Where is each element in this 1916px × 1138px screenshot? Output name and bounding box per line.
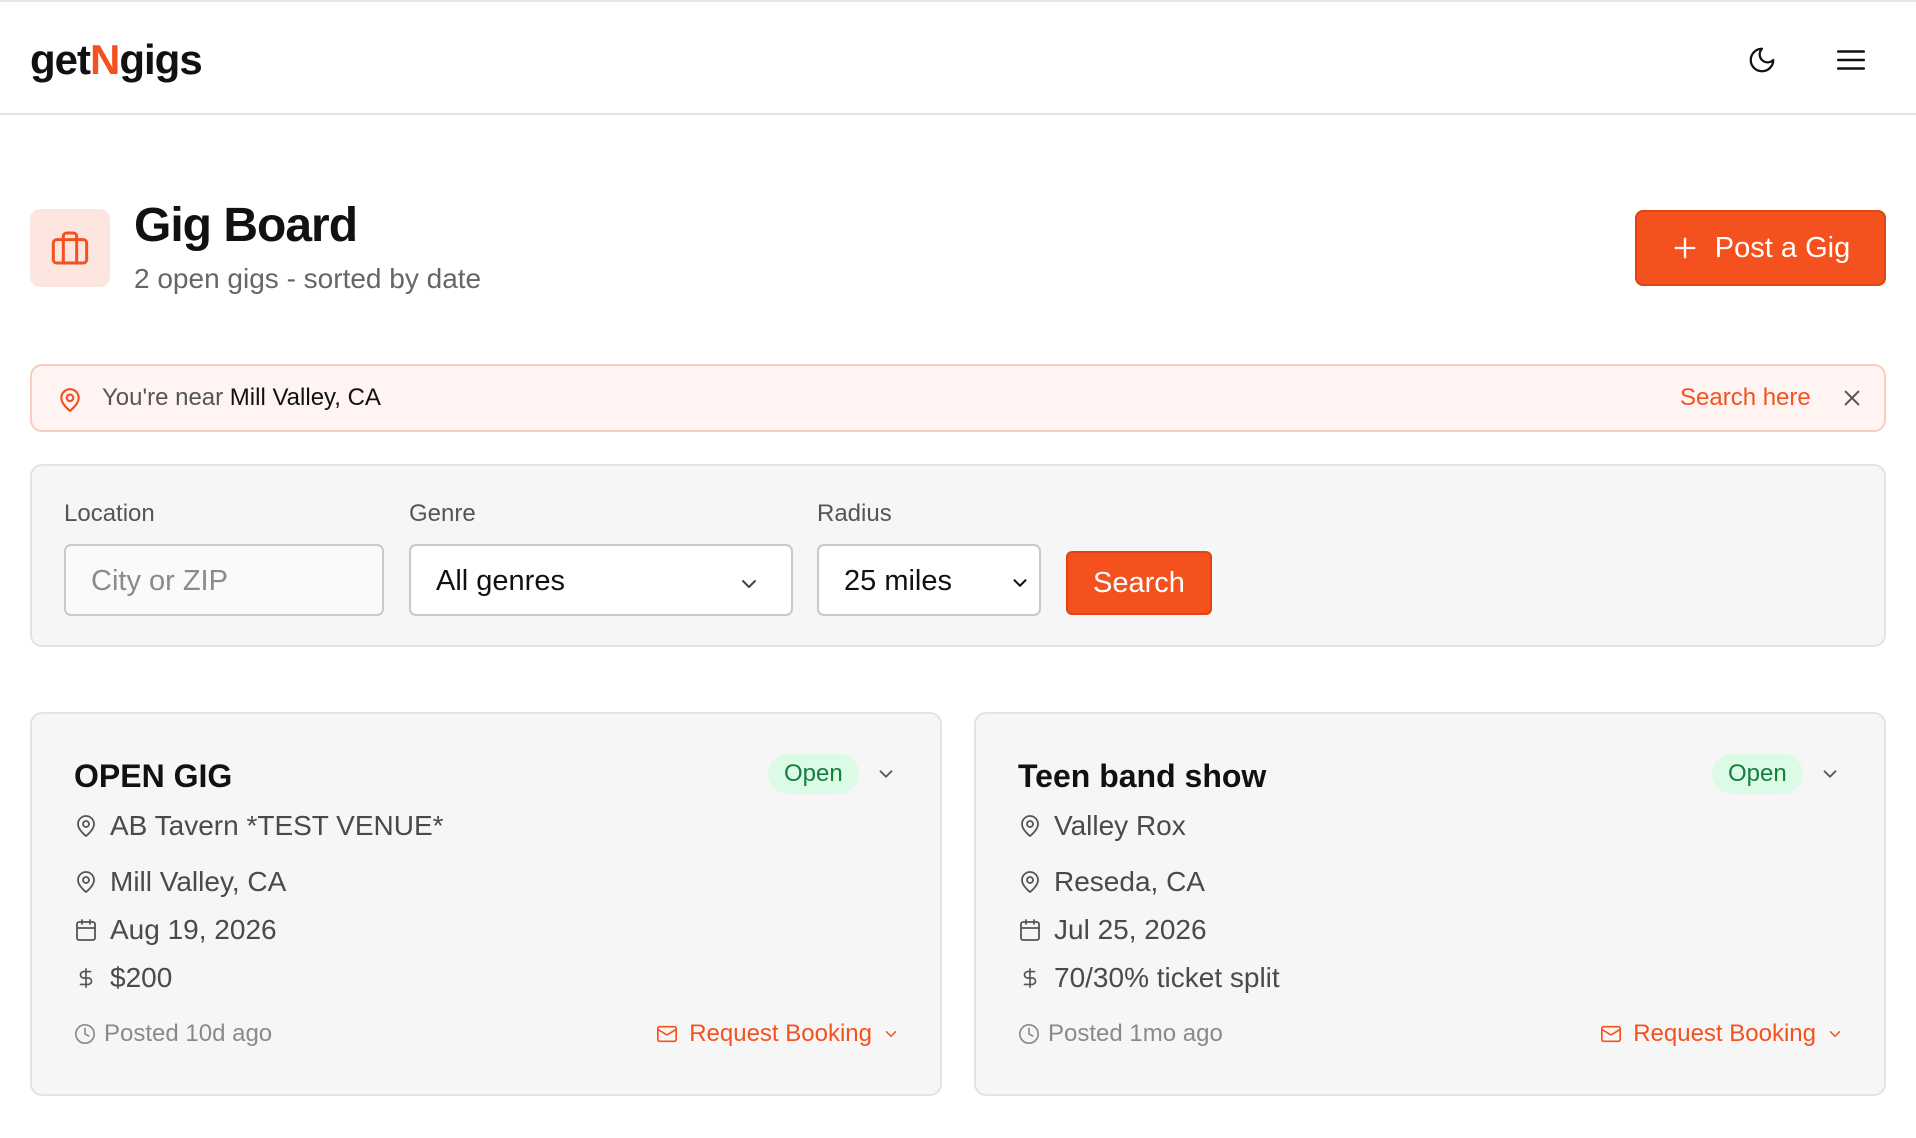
close-icon (1844, 390, 1860, 406)
chevron-down-icon (1823, 770, 1837, 778)
status-badge: Open (768, 754, 859, 794)
gig-venue-row: Valley Rox (1018, 806, 1186, 846)
clock-icon (75, 1024, 95, 1044)
gig-posted: Posted 10d ago (74, 1018, 272, 1050)
map-pin-icon (74, 811, 98, 841)
logo-text-pre: get (30, 36, 91, 83)
search-button[interactable]: Search (1066, 551, 1212, 615)
page-title: Gig Board (134, 199, 358, 252)
logo-text-post: gigs (119, 36, 202, 83)
gig-date-row: Jul 25, 2026 (1018, 910, 1207, 950)
gig-city: Reseda, CA (1054, 866, 1205, 897)
calendar-icon (1018, 915, 1042, 945)
radius-label: Radius (817, 500, 892, 527)
gig-city: Mill Valley, CA (110, 866, 287, 897)
location-label: Location (64, 500, 155, 527)
gig-city-row: Reseda, CA (1018, 862, 1205, 902)
logo[interactable]: getNgigs (30, 36, 203, 84)
gig-date-row: Aug 19, 2026 (74, 910, 277, 950)
search-here-link[interactable]: Search here (1680, 384, 1811, 412)
near-prefix: You're near (102, 384, 230, 411)
chevron-down-icon (742, 580, 756, 588)
gig-title: Teen band show (1018, 758, 1267, 794)
gig-venue-row: AB Tavern *TEST VENUE* (74, 806, 444, 846)
post-gig-button[interactable]: Post a Gig (1635, 210, 1886, 286)
gig-title: OPEN GIG (74, 758, 233, 794)
genre-select[interactable]: All genres (409, 544, 793, 616)
post-gig-label: Post a Gig (1714, 231, 1851, 264)
map-pin-icon (1018, 867, 1042, 897)
mail-icon (657, 1025, 678, 1043)
mail-icon (1601, 1025, 1622, 1043)
gig-pay: $200 (110, 962, 173, 993)
hamburger-menu-icon (1836, 50, 1866, 70)
gig-pay-row: 70/30% ticket split (1018, 958, 1280, 998)
radius-selected-value: 25 miles (844, 565, 952, 597)
gig-card[interactable]: Teen band show Open Valley Rox Reseda, C… (974, 712, 1886, 1096)
status-badge: Open (1712, 754, 1803, 794)
near-location: Mill Valley, CA (229, 384, 381, 411)
gig-pay-row: $200 (74, 958, 172, 998)
expand-card-button[interactable] (1816, 760, 1844, 788)
gig-venue: Valley Rox (1054, 810, 1186, 841)
clock-icon (1019, 1024, 1039, 1044)
location-input[interactable]: City or ZIP (64, 544, 384, 616)
chevron-down-icon (1013, 579, 1027, 587)
request-booking-label: Request Booking (1633, 1020, 1816, 1047)
map-pin-icon (1018, 811, 1042, 841)
banner-close-button[interactable] (1836, 382, 1868, 414)
radius-select[interactable]: 25 miles (817, 544, 1041, 616)
gig-date: Aug 19, 2026 (110, 914, 277, 945)
chevron-down-icon (1829, 1031, 1841, 1037)
chevron-down-icon (879, 770, 893, 778)
map-pin-icon (57, 386, 83, 419)
logo-text-accent: N (90, 36, 120, 83)
plus-icon (1674, 237, 1696, 259)
moon-icon (1749, 47, 1775, 73)
gig-card[interactable]: OPEN GIG Open AB Tavern *TEST VENUE* Mil… (30, 712, 942, 1096)
request-booking-label: Request Booking (689, 1020, 872, 1047)
request-booking-button[interactable]: Request Booking (655, 1018, 900, 1050)
gig-venue: AB Tavern *TEST VENUE* (110, 810, 444, 841)
gig-date: Jul 25, 2026 (1054, 914, 1207, 945)
calendar-icon (74, 915, 98, 945)
chevron-down-icon (885, 1031, 897, 1037)
top-navbar: getNgigs (0, 0, 1916, 115)
briefcase-icon (51, 231, 89, 265)
gig-posted: Posted 1mo ago (1018, 1018, 1223, 1050)
expand-card-button[interactable] (872, 760, 900, 788)
dollar-icon (74, 963, 98, 993)
gig-posted-text: Posted 1mo ago (1048, 1020, 1223, 1047)
request-booking-button[interactable]: Request Booking (1599, 1018, 1844, 1050)
near-location-text: You're near Mill Valley, CA (102, 384, 381, 412)
theme-toggle-button[interactable] (1740, 38, 1784, 82)
dollar-icon (1018, 963, 1042, 993)
gig-posted-text: Posted 10d ago (104, 1020, 273, 1047)
search-filters-panel: Location City or ZIP Genre All genres Ra… (30, 464, 1886, 647)
gig-city-row: Mill Valley, CA (74, 862, 286, 902)
map-pin-icon (74, 867, 98, 897)
gig-pay: 70/30% ticket split (1054, 962, 1280, 993)
page-subtitle: 2 open gigs - sorted by date (134, 263, 482, 294)
page-icon-tile (30, 209, 110, 287)
location-banner: You're near Mill Valley, CA Search here (30, 364, 1886, 432)
genre-label: Genre (409, 500, 476, 527)
genre-selected-value: All genres (436, 565, 565, 597)
menu-button[interactable] (1829, 38, 1873, 82)
location-placeholder: City or ZIP (91, 565, 228, 597)
